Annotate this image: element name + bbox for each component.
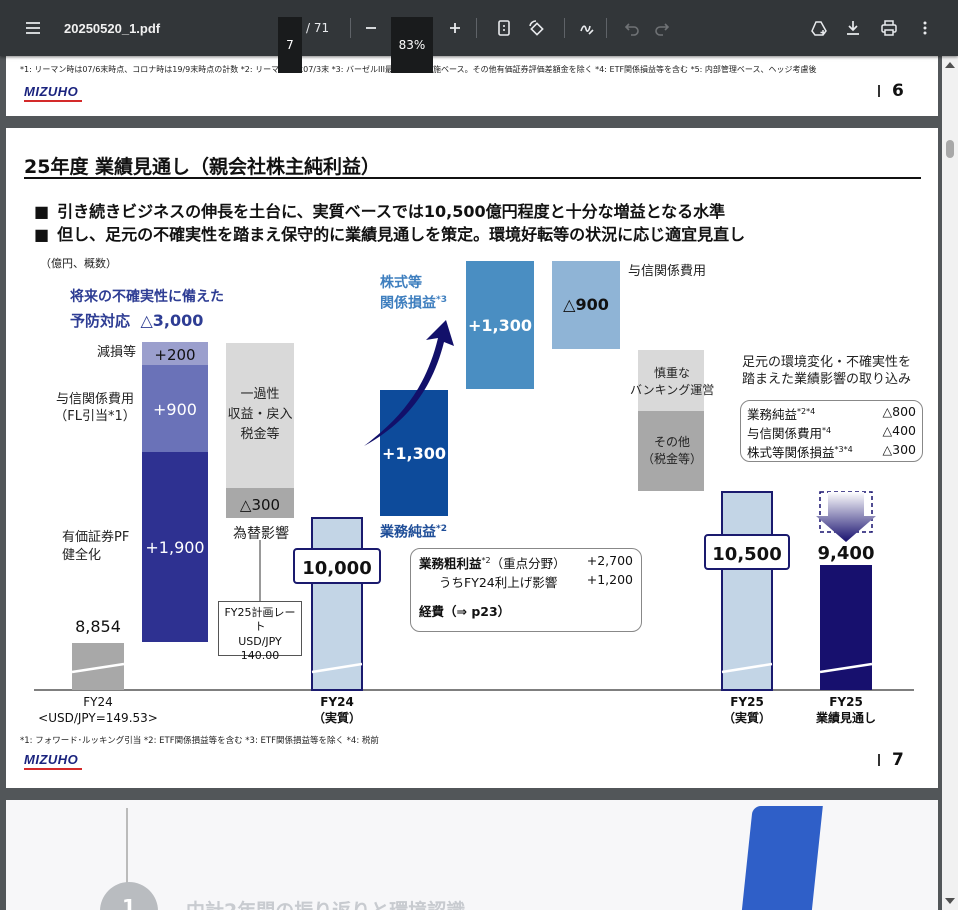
- print-icon[interactable]: [874, 0, 904, 56]
- section-heading: 中計2年間の振り返りと環境認識: [186, 896, 465, 910]
- bar-impairment-value: +200: [154, 346, 195, 364]
- impairment-label: 減損等: [96, 345, 136, 360]
- more-icon[interactable]: [910, 0, 940, 56]
- stock-label-1: 株式等: [380, 275, 422, 291]
- pdf-page-8: 1 中計2年間の振り返りと環境認識: [6, 800, 938, 910]
- credit-label-2: （FL引当*1）: [54, 409, 136, 424]
- page-total: / 71: [306, 21, 330, 35]
- download-icon[interactable]: [838, 0, 868, 56]
- bar-fy25-real-value: 10,500: [712, 544, 781, 565]
- mizuho-logo: MIZUHO: [24, 84, 83, 102]
- bar-gyomu-value: +1,300: [382, 444, 446, 463]
- x-label-fy25-forecast-sub: 業績見通し: [815, 710, 876, 725]
- block-other-tax: [638, 411, 704, 491]
- bar-credit-cost-value: △900: [563, 295, 609, 314]
- menu-icon[interactable]: [18, 0, 48, 56]
- fit-page-icon[interactable]: [489, 0, 519, 56]
- bar-fy24: [72, 643, 124, 690]
- page-number: 6: [878, 81, 904, 101]
- bar-fy25-real: [721, 491, 773, 691]
- toolbar-divider: [350, 18, 351, 38]
- section-number: 1: [100, 882, 158, 910]
- bar-fy25-forecast-value: 9,400: [818, 543, 875, 564]
- bar-fy24-real-value: 10,000: [302, 558, 371, 579]
- x-label-fy25-real-sub: （実質）: [723, 710, 771, 725]
- env-text-1: 足元の環境変化・不確実性を: [742, 355, 912, 370]
- credit-label-1: 与信関係費用: [55, 392, 134, 407]
- file-name: 20250520_1.pdf: [64, 20, 161, 36]
- one-time-1: 一過性: [240, 387, 280, 402]
- redo-icon[interactable]: [647, 0, 677, 56]
- page7-footnote: *1: フォワード･ルッキング引当 *2: ETF関係損益等を含む *3: ET…: [20, 736, 379, 746]
- other-2: （税金等）: [641, 452, 702, 466]
- rate-box: FY25計画レート USD/JPY 140.00: [218, 601, 302, 662]
- zoom-out-icon[interactable]: [356, 0, 386, 56]
- draw-icon[interactable]: [572, 0, 602, 56]
- env-text-2: 踏まえた業績影響の取り込み: [742, 372, 912, 387]
- securities-label-1: 有価証券PF: [62, 530, 130, 545]
- drive-add-icon[interactable]: [804, 0, 834, 56]
- one-time-3: 税金等: [240, 427, 280, 442]
- stock-label-2: 関係損益*3: [380, 295, 447, 312]
- bar-stock-value: +1,300: [468, 316, 532, 335]
- pdf-page-6: *1: リーマン時は07/6末時点、コロナ時は19/9末時点の計数 *2: リー…: [6, 56, 938, 116]
- expense-label: 経費（⇒ p23）: [419, 604, 511, 619]
- toolbar-divider: [564, 18, 565, 38]
- down-arrow-icon: [816, 492, 876, 542]
- fx-label: 為替影響: [233, 526, 289, 542]
- bar-fx-value: △300: [240, 496, 280, 514]
- prudent-1: 慎重な: [653, 366, 690, 380]
- toolbar-divider: [606, 18, 607, 38]
- gross-profit-box: 業務粗利益*2（重点分野） +2,700 うちFY24利上げ影響 +1,200 経費…: [410, 548, 642, 632]
- bar-fy24-value: 8,854: [75, 617, 121, 636]
- zoom-input[interactable]: 83%: [391, 17, 433, 73]
- toolbar-divider: [476, 18, 477, 38]
- undo-icon[interactable]: [617, 0, 647, 56]
- rotate-icon[interactable]: [521, 0, 551, 56]
- bar-credit-fl-value: +900: [153, 400, 197, 419]
- prevent-title-2: 予防対応 △3,000: [70, 311, 204, 330]
- page-number-input[interactable]: 7: [278, 17, 302, 73]
- page-number: 7: [878, 750, 904, 770]
- pdf-page-7: 25年度 業績見通し（親会社株主純利益） 引き続きビジネスの伸長を土台に、実質ベ…: [6, 128, 938, 788]
- prevent-value: △3,000: [140, 311, 204, 330]
- one-time-2: 収益・戻入: [227, 407, 293, 422]
- mizuho-logo: MIZUHO: [24, 752, 83, 770]
- prudent-2: バンキング運営: [630, 383, 715, 397]
- bar-securities-value: +1,900: [145, 538, 204, 557]
- scroll-up-icon[interactable]: [945, 62, 955, 68]
- credit-cost-label: 与信関係費用: [628, 264, 707, 279]
- prevent-title-1: 将来の不確実性に備えた: [70, 289, 224, 305]
- x-label-fy24: FY24: [83, 695, 113, 709]
- gyomu-label: 業務純益*2: [380, 524, 447, 541]
- pdf-toolbar: 20250520_1.pdf 7 / 71 83%: [0, 0, 958, 73]
- securities-label-2: 健全化: [62, 548, 102, 563]
- other-1: その他: [653, 435, 690, 449]
- env-impact-box: 業務純益*2*4 △800 与信関係費用*4 △400 株式等関係損益*3*4 △30…: [740, 400, 923, 462]
- x-label-fy25-forecast: FY25: [829, 695, 863, 709]
- zoom-in-icon[interactable]: [440, 0, 470, 56]
- x-label-fy24-real-sub: （実質）: [313, 710, 361, 725]
- decorative-band: [739, 806, 823, 910]
- scroll-thumb[interactable]: [946, 140, 954, 158]
- vertical-scrollbar[interactable]: [942, 56, 958, 910]
- x-label-fy24-rate: <USD/JPY=149.53>: [38, 711, 158, 725]
- x-label-fy24-real: FY24: [320, 695, 354, 709]
- scroll-down-icon[interactable]: [945, 898, 955, 904]
- x-label-fy25-real: FY25: [730, 695, 764, 709]
